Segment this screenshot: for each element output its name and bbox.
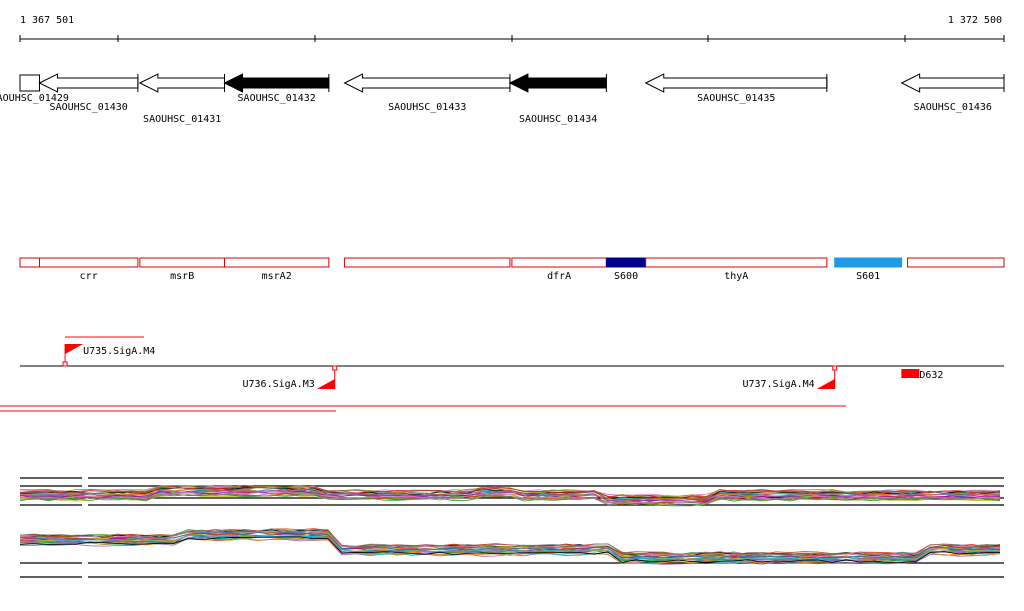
terminator-box xyxy=(901,369,920,378)
gene-saouhsc_01431[interactable]: SAOUHSC_01431 xyxy=(138,73,226,125)
annotation-msrb[interactable]: msrB xyxy=(139,257,226,282)
gene-label: SAOUHSC_01432 xyxy=(238,93,316,104)
annotation-region[interactable] xyxy=(344,257,511,268)
annotation-label: S601 xyxy=(856,271,880,282)
gene-arrow[interactable] xyxy=(508,73,607,93)
promoter-flag xyxy=(816,379,835,389)
annotation-label: thyA xyxy=(724,271,748,282)
annotation-box[interactable] xyxy=(834,257,903,268)
promoter-site xyxy=(832,365,838,371)
annotation-s601[interactable]: S601 xyxy=(834,257,903,282)
gene-label: SAOUHSC_01434 xyxy=(519,114,597,125)
genome-browser: 1 367 501 1 372 500 SAOUHSC_01429SAOUHSC… xyxy=(0,15,1005,584)
gene-arrow[interactable] xyxy=(19,74,40,92)
terminator-d632[interactable]: D632 xyxy=(901,369,943,381)
annotation-box[interactable] xyxy=(511,257,607,268)
expression-profile-track xyxy=(19,472,1004,584)
gene-label: SAOUHSC_01435 xyxy=(697,93,775,104)
annotation-label: msrA2 xyxy=(262,271,292,282)
regulatory-track: U735.SigA.M4 U736.SigA.M3 U737.SigA.M4 D632 xyxy=(0,336,1004,412)
gene-saouhsc_01436[interactable]: SAOUHSC_01436 xyxy=(900,73,1005,113)
annotation-crr[interactable]: crr xyxy=(38,257,139,282)
annotation-box[interactable] xyxy=(19,257,40,268)
annotation-msra2[interactable]: msrA2 xyxy=(224,257,330,282)
promoter-label: U737.SigA.M4 xyxy=(742,379,814,390)
annotation-box[interactable] xyxy=(907,257,1005,268)
gene-label: SAOUHSC_01431 xyxy=(143,114,221,125)
promoter-label: U735.SigA.M4 xyxy=(83,346,155,357)
promoter-flag xyxy=(316,379,335,389)
promoter-site xyxy=(332,365,338,371)
gene-saouhsc_01434[interactable]: SAOUHSC_01434 xyxy=(508,73,607,125)
annotation-label: dfrA xyxy=(547,271,571,282)
gene-label: SAOUHSC_01430 xyxy=(50,102,128,113)
promoter-u735-siga-m4[interactable]: U735.SigA.M4 xyxy=(62,344,155,367)
annotation-track: crr msrB msrA2 dfrA S600 thyA S601 xyxy=(19,257,1005,282)
promoter-site xyxy=(62,361,68,367)
gene-saouhsc_01432[interactable]: SAOUHSC_01432 xyxy=(223,73,330,104)
annotation-box[interactable] xyxy=(605,257,647,268)
promoter-u736-siga-m3[interactable]: U736.SigA.M3 xyxy=(242,365,338,390)
gene-saouhsc_01433[interactable]: SAOUHSC_01433 xyxy=(343,73,511,113)
annotation-box[interactable] xyxy=(645,257,828,268)
promoter-flag xyxy=(65,344,84,354)
annotation-label: crr xyxy=(80,271,98,282)
position-ruler: 1 367 501 1 372 500 xyxy=(19,15,1005,42)
gene-arrow[interactable] xyxy=(900,73,1005,93)
annotation-box[interactable] xyxy=(139,257,226,268)
gene-label: SAOUHSC_01433 xyxy=(388,102,466,113)
annotation-box[interactable] xyxy=(344,257,511,268)
gene-arrow[interactable] xyxy=(38,73,139,93)
annotation-label: S600 xyxy=(614,271,638,282)
annotation-dfra[interactable]: dfrA xyxy=(511,257,607,282)
annotation-box[interactable] xyxy=(224,257,330,268)
promoter-u737-siga-m4[interactable]: U737.SigA.M4 xyxy=(742,365,838,390)
annotation-thya[interactable]: thyA xyxy=(645,257,828,282)
ruler-end-label: 1 372 500 xyxy=(948,15,1002,26)
gene-saouhsc_01435[interactable]: SAOUHSC_01435 xyxy=(644,73,828,104)
annotation-label: msrB xyxy=(170,271,194,282)
gene-label: SAOUHSC_01436 xyxy=(914,102,992,113)
expression-gap xyxy=(82,472,88,584)
annotation-region[interactable] xyxy=(19,257,40,268)
gene-arrow[interactable] xyxy=(343,73,511,93)
promoter-label: U736.SigA.M3 xyxy=(242,379,314,390)
annotation-region[interactable] xyxy=(907,257,1005,268)
annotation-box[interactable] xyxy=(38,257,139,268)
gene-arrow[interactable] xyxy=(644,73,828,93)
gene-arrow[interactable] xyxy=(223,73,330,93)
annotation-s600[interactable]: S600 xyxy=(605,257,647,282)
ruler-start-label: 1 367 501 xyxy=(20,15,74,26)
terminator-label: D632 xyxy=(919,370,943,381)
genes-track: SAOUHSC_01429SAOUHSC_01430SAOUHSC_01431S… xyxy=(0,73,1005,125)
gene-arrow[interactable] xyxy=(138,73,226,93)
